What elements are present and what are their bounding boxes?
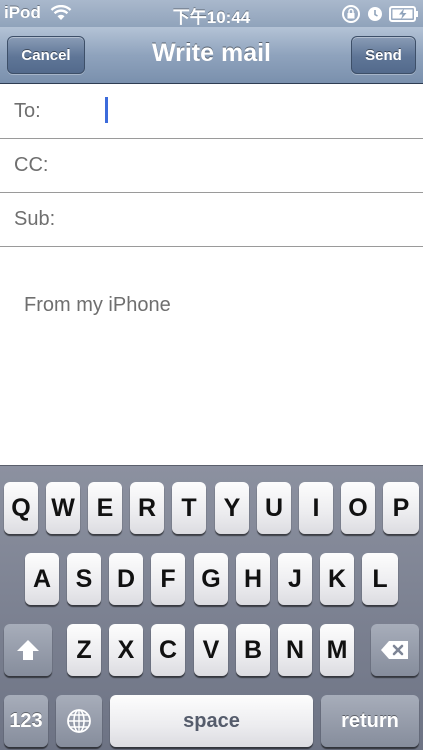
key-t[interactable]: T <box>172 482 206 534</box>
keyboard: Q W E R T Y U I O P A S D F G H J K L Z … <box>0 465 423 750</box>
cc-field-row[interactable]: CC: <box>0 139 423 193</box>
signature-text: From my iPhone <box>24 294 171 316</box>
delete-key[interactable] <box>371 624 419 676</box>
to-label: To: <box>14 100 41 122</box>
alarm-icon <box>368 7 382 21</box>
key-h[interactable]: H <box>236 553 270 605</box>
key-n[interactable]: N <box>278 624 312 676</box>
key-f[interactable]: F <box>151 553 185 605</box>
key-a[interactable]: A <box>25 553 59 605</box>
key-c[interactable]: C <box>151 624 185 676</box>
key-u[interactable]: U <box>257 482 291 534</box>
subject-input[interactable] <box>100 201 413 239</box>
key-w[interactable]: W <box>46 482 80 534</box>
key-b[interactable]: B <box>236 624 270 676</box>
key-j[interactable]: J <box>278 553 312 605</box>
status-right <box>341 4 419 24</box>
key-d[interactable]: D <box>109 553 143 605</box>
key-i[interactable]: I <box>299 482 333 534</box>
subject-label: Sub: <box>14 208 56 230</box>
key-v[interactable]: V <box>194 624 228 676</box>
key-m[interactable]: M <box>320 624 354 676</box>
key-x[interactable]: X <box>109 624 143 676</box>
backspace-icon <box>381 641 408 659</box>
key-z[interactable]: Z <box>67 624 101 676</box>
send-button[interactable]: Send <box>351 36 416 74</box>
key-k[interactable]: K <box>320 553 354 605</box>
status-bar: iPod 下午10:44 <box>0 0 423 27</box>
nav-bar: Cancel Write mail Send <box>0 27 423 84</box>
rotation-lock-icon <box>342 5 360 23</box>
key-q[interactable]: Q <box>4 482 38 534</box>
key-p[interactable]: P <box>383 482 419 534</box>
to-input[interactable] <box>100 93 413 131</box>
key-g[interactable]: G <box>194 553 228 605</box>
key-l[interactable]: L <box>362 553 398 605</box>
return-key[interactable]: return <box>321 695 419 747</box>
to-field-row[interactable]: To: <box>0 85 423 139</box>
key-r[interactable]: R <box>130 482 164 534</box>
key-e[interactable]: E <box>88 482 122 534</box>
cc-label: CC: <box>14 154 49 176</box>
text-caret <box>105 97 108 123</box>
space-key[interactable]: space <box>110 695 313 747</box>
numbers-key[interactable]: 123 <box>4 695 48 747</box>
key-s[interactable]: S <box>67 553 101 605</box>
shift-arrow-icon <box>17 640 39 660</box>
globe-key[interactable] <box>56 695 102 747</box>
key-o[interactable]: O <box>341 482 375 534</box>
globe-icon <box>67 709 91 733</box>
key-y[interactable]: Y <box>215 482 249 534</box>
shift-key[interactable] <box>4 624 52 676</box>
message-body[interactable]: From my iPhone <box>0 248 423 465</box>
subject-field-row[interactable]: Sub: <box>0 193 423 247</box>
battery-charging-icon <box>389 6 418 22</box>
cc-input[interactable] <box>100 147 413 185</box>
